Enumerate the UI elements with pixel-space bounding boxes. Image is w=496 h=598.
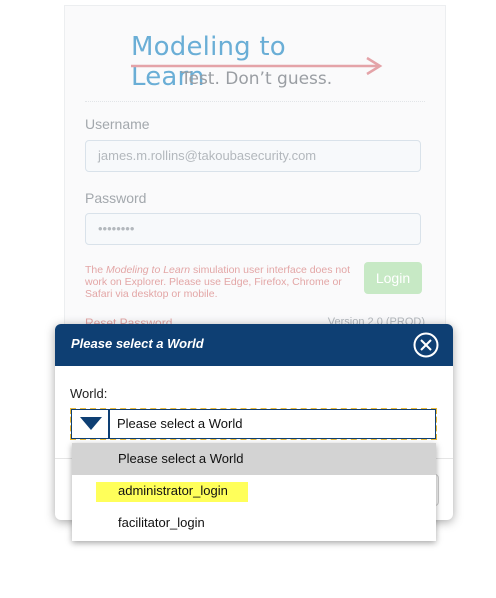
close-circle-icon[interactable] xyxy=(413,332,439,358)
triangle-down-icon xyxy=(80,417,102,430)
option-label: facilitator_login xyxy=(118,515,205,530)
world-label: World: xyxy=(70,386,108,401)
login-button[interactable]: Login xyxy=(364,262,422,294)
username-field[interactable]: james.m.rollins@takoubasecurity.com xyxy=(85,140,421,172)
select-value: Please select a World xyxy=(117,416,243,431)
option-label: Please select a World xyxy=(118,451,244,466)
dropdown-toggle[interactable] xyxy=(72,410,110,438)
logo-tagline: Test. Don’t guess. xyxy=(181,69,333,89)
world-dropdown-list: Please select a World administrator_logi… xyxy=(72,443,436,541)
password-label: Password xyxy=(85,190,147,206)
browser-warning: The Modeling to Learn simulation user in… xyxy=(85,264,350,300)
option-label: administrator_login xyxy=(118,483,228,498)
dropdown-option-facilitator-login[interactable]: facilitator_login xyxy=(72,507,436,539)
card-divider xyxy=(85,101,425,102)
dropdown-option-placeholder[interactable]: Please select a World xyxy=(72,443,436,475)
password-field[interactable]: •••••••• xyxy=(85,213,421,245)
modal-header: Please select a World xyxy=(55,324,453,366)
world-select[interactable]: Please select a World xyxy=(70,408,437,440)
login-card: Modeling to Learn Test. Don’t guess. Use… xyxy=(64,5,446,347)
username-label: Username xyxy=(85,116,150,132)
dropdown-option-administrator-login[interactable]: administrator_login xyxy=(72,475,436,507)
warning-product-name: Modeling to Learn xyxy=(106,264,191,276)
modal-title: Please select a World xyxy=(71,336,204,351)
